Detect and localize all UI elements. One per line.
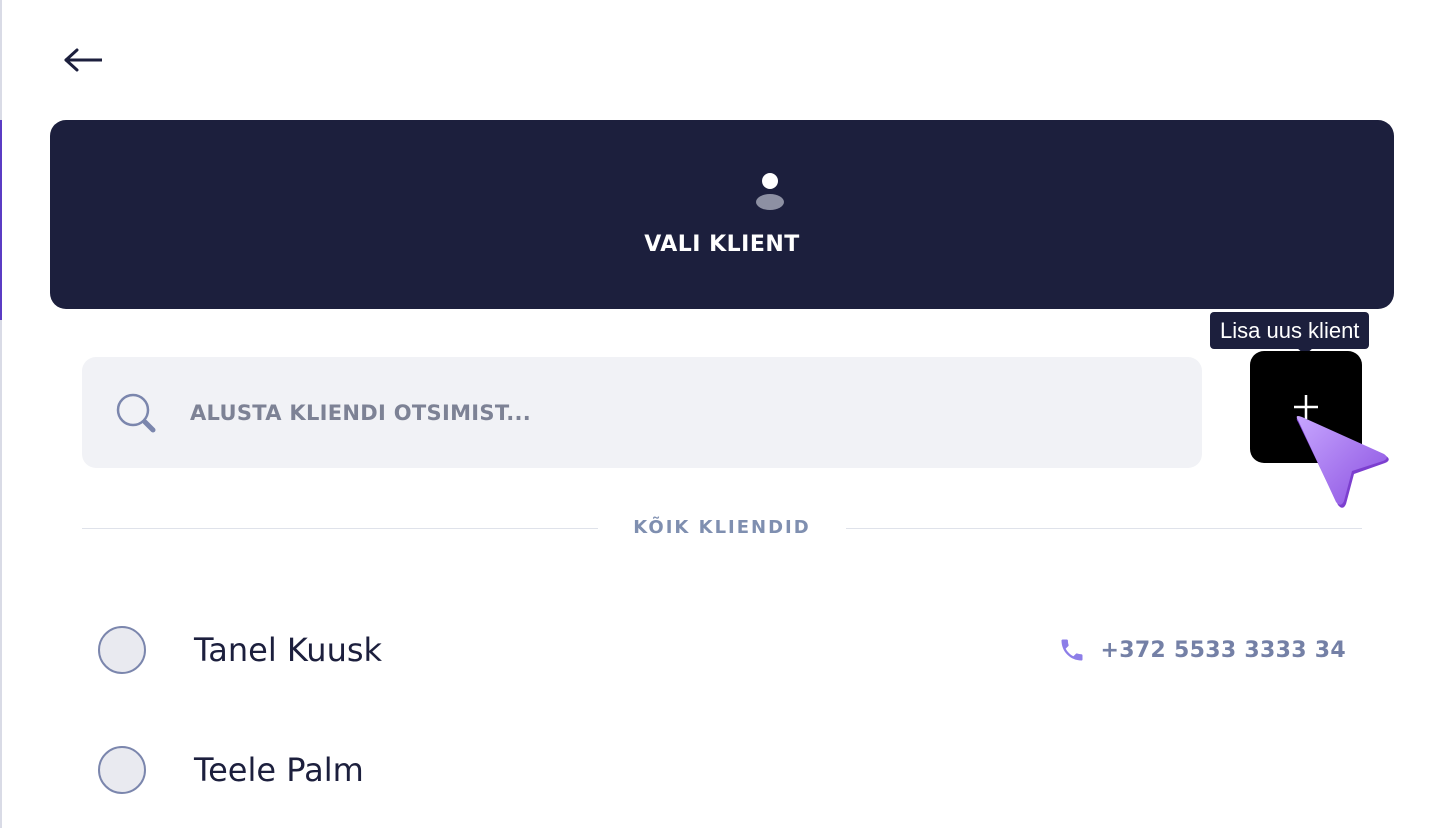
section-label: KÕIK KLIENDID <box>633 517 811 538</box>
search-icon <box>116 393 156 433</box>
search-input[interactable] <box>190 357 1170 468</box>
user-icon <box>756 173 784 210</box>
client-phone: +372 5533 3333 34 <box>1058 595 1346 705</box>
client-name: Tanel Kuusk <box>194 631 383 669</box>
select-client-page: VALI KLIENT Lisa uus klient KÕIK KLIENDI… <box>0 0 1442 828</box>
phone-number: +372 5533 3333 34 <box>1100 637 1346 663</box>
search-box[interactable] <box>82 357 1202 468</box>
client-row[interactable]: Tanel Kuusk +372 5533 3333 34 <box>82 595 1362 705</box>
left-accent-bar <box>0 120 2 320</box>
back-button[interactable] <box>58 40 106 80</box>
add-client-tooltip: Lisa uus klient <box>1210 312 1370 349</box>
client-radio[interactable] <box>98 626 146 674</box>
divider-line-left <box>82 528 598 529</box>
client-name: Teele Palm <box>194 751 364 789</box>
client-row[interactable]: Teele Palm <box>82 715 1362 825</box>
page-title: VALI KLIENT <box>644 232 800 257</box>
select-client-header: VALI KLIENT <box>50 120 1394 309</box>
client-radio[interactable] <box>98 746 146 794</box>
mouse-cursor-icon <box>1296 416 1389 508</box>
phone-icon <box>1061 639 1083 661</box>
divider-line-right <box>846 528 1362 529</box>
arrow-left-icon <box>64 48 102 72</box>
